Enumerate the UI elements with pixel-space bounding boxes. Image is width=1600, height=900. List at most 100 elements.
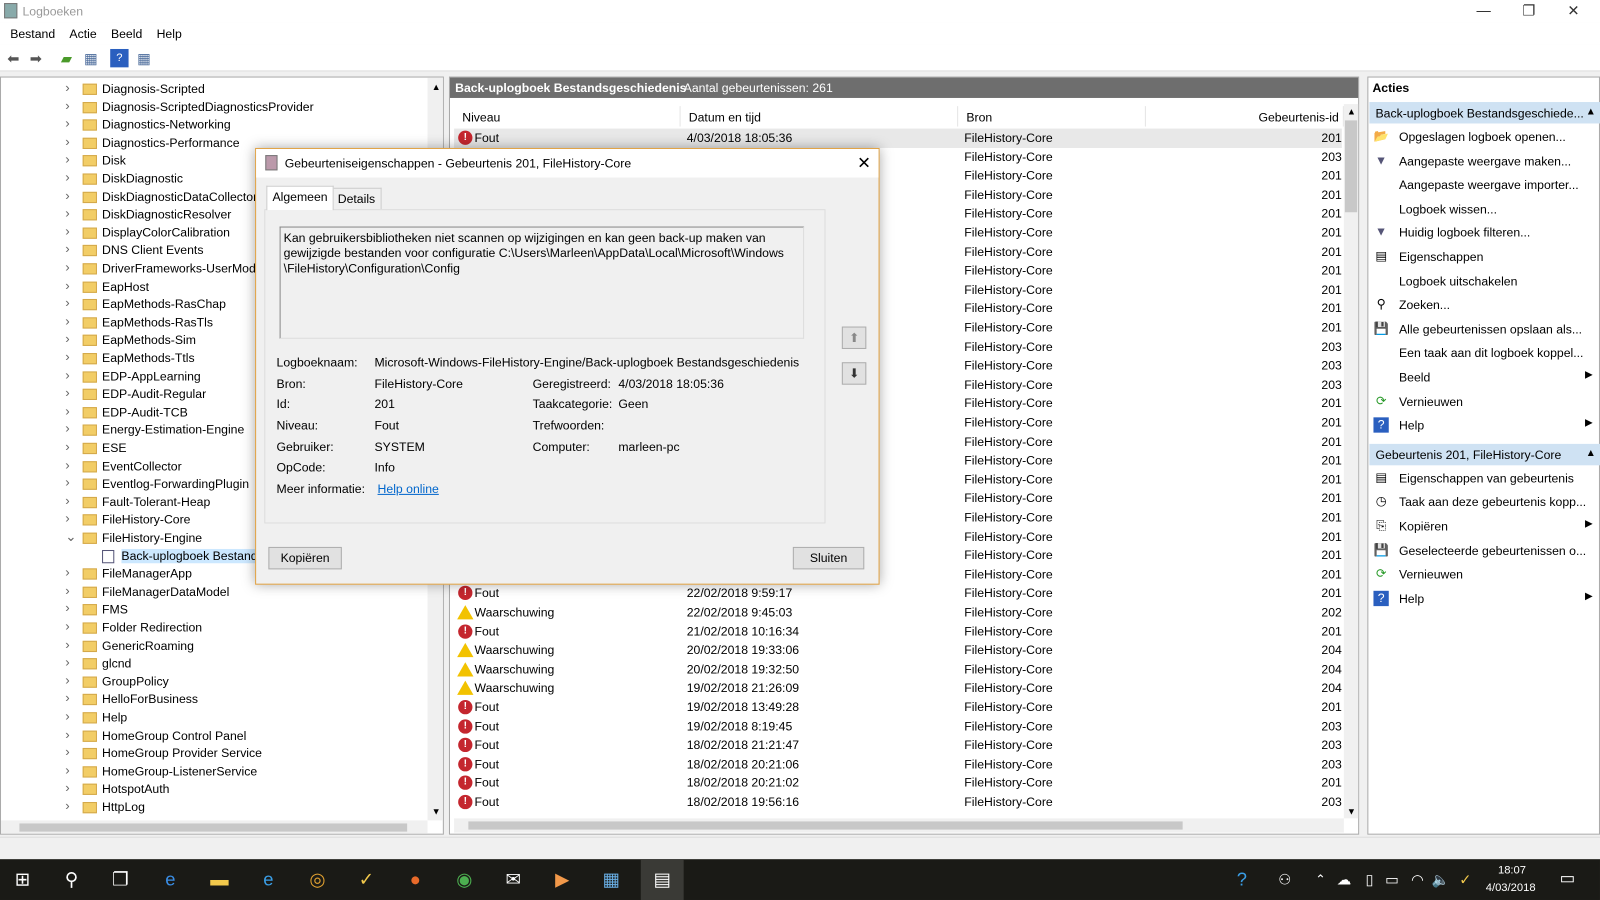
restore-button[interactable]: ❐ xyxy=(1522,2,1535,19)
tree-item[interactable]: › HttpLog xyxy=(1,798,428,817)
clock-time[interactable]: 18:07 xyxy=(1498,864,1526,876)
tree-item[interactable]: › FileManagerDataModel xyxy=(1,582,428,601)
action-item[interactable]: ⚲ Zoeken... xyxy=(1368,294,1599,316)
chevron-right-icon[interactable]: › xyxy=(65,708,69,723)
media-player-icon[interactable]: ▶ xyxy=(550,867,574,891)
start-icon[interactable]: ⊞ xyxy=(10,867,34,891)
next-event-button[interactable]: ⬇ xyxy=(841,362,867,385)
chevron-right-icon[interactable]: › xyxy=(65,493,69,508)
table-row[interactable]: ! Fout 18/02/2018 20:21:02 FileHistory-Core… xyxy=(454,774,1342,793)
table-row[interactable]: ! Fout 18/02/2018 19:56:16 FileHistory-Core… xyxy=(454,793,1342,812)
chevron-right-icon[interactable]: › xyxy=(65,511,69,526)
action-item[interactable]: Aangepaste weergave importer... xyxy=(1368,174,1599,196)
close-dialog-button[interactable]: Sluiten xyxy=(792,546,865,570)
event-description[interactable]: Kan gebruikersbibliotheken niet scannen … xyxy=(279,226,805,339)
table-row[interactable]: ! Fout 19/02/2018 8:19:45 FileHistory-Core 2… xyxy=(454,717,1342,736)
internet-explorer-icon[interactable]: e xyxy=(256,867,280,891)
onedrive-icon[interactable]: ☁ xyxy=(1332,867,1356,891)
action-item[interactable]: ⟳ Vernieuwen xyxy=(1368,390,1599,412)
help-online-link[interactable]: Help online xyxy=(378,482,439,496)
action-section-header[interactable]: Back-uplogboek Bestandsgeschiede... ▲ xyxy=(1369,102,1600,124)
help-icon[interactable]: ? xyxy=(110,48,129,68)
tree-item[interactable]: › HotspotAuth xyxy=(1,780,428,799)
chevron-right-icon[interactable]: › xyxy=(65,403,69,418)
chevron-right-icon[interactable]: › xyxy=(65,187,69,202)
chevron-right-icon[interactable]: › xyxy=(65,115,69,130)
norton-icon[interactable]: ✓ xyxy=(354,867,378,891)
action-item[interactable]: ▤ Eigenschappen van gebeurtenis xyxy=(1368,467,1599,489)
chevron-right-icon[interactable]: › xyxy=(65,457,69,472)
tree-item[interactable]: › FMS xyxy=(1,600,428,619)
tree-item[interactable]: › Folder Redirection xyxy=(1,618,428,637)
copy-button[interactable]: Kopiëren xyxy=(268,546,342,570)
table-row[interactable]: ! Fout 18/02/2018 21:21:47 FileHistory-Core… xyxy=(454,736,1342,755)
chevron-right-icon[interactable]: › xyxy=(65,726,69,741)
chevron-right-icon[interactable]: › xyxy=(65,313,69,328)
chevron-right-icon[interactable]: › xyxy=(65,151,69,166)
chevron-right-icon[interactable]: › xyxy=(65,241,69,256)
tab-details[interactable]: Details xyxy=(331,187,382,211)
chevron-right-icon[interactable]: › xyxy=(65,295,69,310)
tree-item[interactable]: › HelloForBusiness xyxy=(1,690,428,709)
volume-icon[interactable]: 🔈 xyxy=(1429,867,1453,891)
action-item[interactable]: 💾 Alle gebeurtenissen opslaan als... xyxy=(1368,318,1599,340)
list-vertical-scrollbar[interactable]: ▲ ▼ xyxy=(1343,104,1359,819)
chevron-right-icon[interactable]: › xyxy=(65,762,69,777)
people-icon[interactable]: ⚇ xyxy=(1272,867,1296,891)
wifi-icon[interactable]: ◠ xyxy=(1405,867,1429,891)
chevron-right-icon[interactable]: › xyxy=(65,618,69,633)
action-item[interactable]: Beeld ▶ xyxy=(1368,366,1599,388)
action-item[interactable]: 📂 Opgeslagen logboek openen... xyxy=(1368,126,1599,148)
chevron-right-icon[interactable]: › xyxy=(65,385,69,400)
chevron-right-icon[interactable]: › xyxy=(65,780,69,795)
power-icon[interactable]: ▭ xyxy=(1380,867,1404,891)
chevron-right-icon[interactable]: › xyxy=(65,205,69,220)
chevron-right-icon[interactable]: › xyxy=(65,277,69,292)
column-datum[interactable]: Datum en tijd xyxy=(681,106,959,127)
folder-up-icon[interactable]: ▰ xyxy=(57,49,75,67)
action-item[interactable]: Logboek wissen... xyxy=(1368,198,1599,220)
clock-date[interactable]: 4/03/2018 xyxy=(1486,882,1536,894)
tab-algemeen[interactable]: Algemeen xyxy=(266,185,334,211)
mail-icon[interactable]: ✉ xyxy=(501,867,525,891)
usb-icon[interactable]: ▯ xyxy=(1357,867,1381,891)
search-icon[interactable]: ⚲ xyxy=(59,867,83,891)
table-row[interactable]: ! Fout 21/02/2018 10:16:34 FileHistory-Core… xyxy=(454,622,1342,641)
tree-item[interactable]: › GenericRoaming xyxy=(1,636,428,655)
chevron-right-icon[interactable]: › xyxy=(65,690,69,705)
chevron-right-icon[interactable]: › xyxy=(65,636,69,651)
dialog-close-icon[interactable]: ✕ xyxy=(857,153,871,173)
tree-item[interactable]: › Help xyxy=(1,708,428,727)
help-tray-icon[interactable]: ? xyxy=(1230,867,1254,891)
chevron-right-icon[interactable]: › xyxy=(65,564,69,579)
table-row[interactable]: ! Fout 18/02/2018 20:21:06 FileHistory-Core… xyxy=(454,755,1342,774)
chevron-right-icon[interactable]: › xyxy=(65,367,69,382)
chevron-right-icon[interactable]: › xyxy=(65,475,69,490)
action-item[interactable]: ? Help ▶ xyxy=(1368,588,1599,610)
chevron-right-icon[interactable]: › xyxy=(65,349,69,364)
show-hide-actions-icon[interactable]: ▦ xyxy=(135,49,153,67)
list-horizontal-scrollbar[interactable] xyxy=(454,818,1344,833)
chevron-right-icon[interactable]: › xyxy=(65,798,69,813)
action-item[interactable]: ▤ Eigenschappen xyxy=(1368,246,1599,268)
menu-help[interactable]: Help xyxy=(149,22,188,41)
tree-item[interactable]: › HomeGroup Control Panel xyxy=(1,726,428,745)
chevron-right-icon[interactable]: › xyxy=(65,421,69,436)
chevron-right-icon[interactable]: › xyxy=(65,654,69,669)
tree-item[interactable]: › Diagnosis-ScriptedDiagnosticsProvider xyxy=(1,98,428,117)
column-gebeurtenis-id[interactable]: Gebeurtenis-id xyxy=(1146,106,1344,127)
minimize-button[interactable]: — xyxy=(1477,2,1491,18)
firefox-icon[interactable]: ● xyxy=(403,867,427,891)
task-view-icon[interactable]: ❐ xyxy=(108,867,132,891)
notifications-icon[interactable]: ▭ xyxy=(1555,867,1579,891)
chevron-right-icon[interactable]: › xyxy=(65,744,69,759)
previous-event-button[interactable]: ⬆ xyxy=(841,326,867,349)
close-button[interactable]: ✕ xyxy=(1567,2,1579,19)
tray-chevron-icon[interactable]: ⌃ xyxy=(1308,867,1332,891)
chevron-right-icon[interactable]: › xyxy=(65,672,69,687)
action-section-header[interactable]: Gebeurtenis 201, FileHistory-Core ▲ xyxy=(1369,443,1600,466)
collapse-icon[interactable]: ▲ xyxy=(1586,106,1596,117)
chevron-right-icon[interactable]: › xyxy=(65,98,69,113)
menu-actie[interactable]: Actie xyxy=(62,22,104,41)
event-viewer-taskbar-icon[interactable]: ▤ xyxy=(640,859,684,900)
